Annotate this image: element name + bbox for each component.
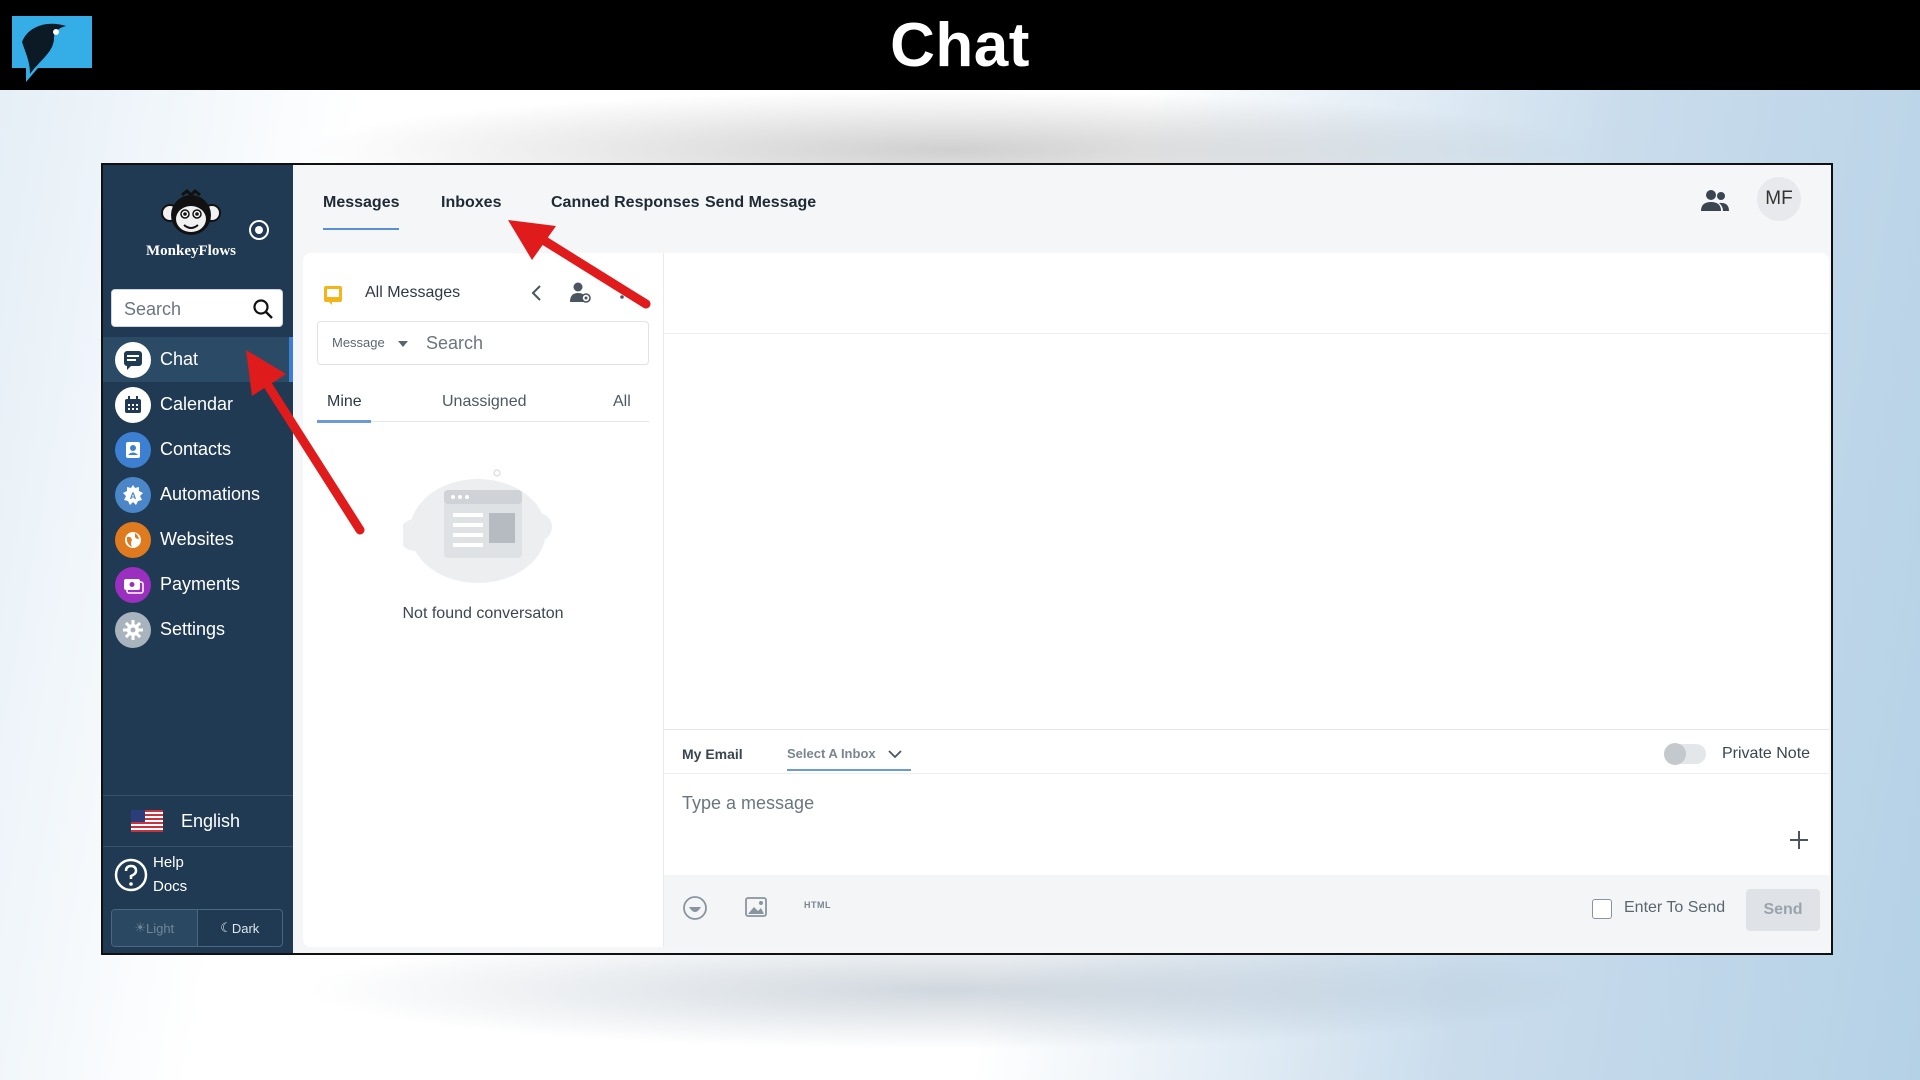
composer-divider — [664, 729, 1829, 730]
user-avatar[interactable]: MF — [1757, 177, 1801, 221]
brand-name: MonkeyFlows — [146, 243, 236, 259]
sidebar-item-label: Websites — [160, 529, 234, 549]
sidebar-search-input[interactable]: Search — [111, 289, 283, 327]
sidebar-collapse-toggle[interactable] — [249, 220, 269, 240]
html-toggle[interactable]: HTML — [804, 900, 831, 910]
top-tabs-header: Messages Inboxes Canned Responses Send M… — [293, 165, 1831, 251]
help-icon — [114, 858, 148, 892]
moon-icon: ☾ — [220, 920, 232, 935]
calendar-icon — [115, 386, 151, 423]
settings-icon — [115, 611, 151, 648]
chat-icon — [115, 341, 151, 378]
active-subtab-indicator — [317, 420, 371, 423]
theme-light-button[interactable]: ☀ Light — [112, 910, 198, 946]
sidebar-item-settings[interactable]: Settings — [103, 607, 293, 652]
subtab-unassigned[interactable]: Unassigned — [442, 393, 527, 411]
empty-inbox-illustration — [403, 469, 552, 583]
sidebar-item-label: Payments — [160, 574, 241, 594]
chevron-left-icon[interactable] — [526, 282, 548, 304]
banner-title: Chat — [890, 11, 1030, 80]
tab-inboxes[interactable]: Inboxes — [441, 194, 501, 212]
sidebar-item-label: Settings — [160, 619, 226, 639]
websites-icon — [115, 521, 151, 558]
help-docs-label: Help Docs — [153, 854, 188, 895]
emoji-icon[interactable] — [682, 895, 708, 921]
tab-canned-responses[interactable]: Canned Responses — [551, 194, 699, 212]
sidebar-item-chat[interactable]: Chat — [103, 337, 293, 382]
caret-down-icon — [398, 341, 408, 347]
composer-tab-my-email[interactable]: My Email — [682, 746, 743, 762]
composer-tabs-divider — [664, 773, 1829, 774]
inbox-select-underline — [787, 769, 911, 771]
theme-dark-button[interactable]: ☾ Dark — [198, 910, 283, 946]
team-members-icon[interactable] — [1699, 185, 1731, 217]
active-tab-indicator — [323, 228, 399, 230]
language-selector[interactable]: English — [103, 795, 293, 847]
monkey-logo-icon — [161, 189, 221, 235]
composer-toolbar: HTML Enter To Send Send — [664, 875, 1829, 947]
private-note-label: Private Note — [1722, 745, 1811, 762]
app-window: MonkeyFlows Search Chat Calendar Contact… — [101, 163, 1833, 955]
conversation-filter-title[interactable]: All Messages — [365, 284, 460, 302]
banner-bar: Chat — [0, 0, 1920, 90]
chevron-down-icon[interactable] — [887, 748, 903, 760]
payments-icon — [115, 566, 151, 603]
message-pane: My Email Select A Inbox Private Note Typ… — [663, 253, 1829, 947]
sidebar-item-contacts[interactable]: Contacts — [103, 427, 293, 472]
sidebar-item-label: Automations — [160, 484, 261, 504]
sidebar-item-label: Calendar — [160, 394, 234, 414]
send-button[interactable]: Send — [1746, 889, 1820, 931]
sun-icon: ☀ — [134, 920, 146, 935]
sidebar-item-calendar[interactable]: Calendar — [103, 382, 293, 427]
inbox-icon — [324, 286, 342, 305]
conversation-list-panel: All Messages Message Search Mine Unassig… — [303, 253, 663, 947]
contacts-icon — [115, 431, 151, 468]
search-filter-select[interactable]: Message — [332, 335, 385, 350]
conversation-search-placeholder: Search — [426, 333, 484, 353]
sidebar: MonkeyFlows Search Chat Calendar Contact… — [103, 165, 293, 953]
help-docs-link[interactable]: Help Docs — [113, 851, 203, 899]
sidebar-item-label: Chat — [160, 349, 199, 369]
search-icon[interactable] — [252, 298, 274, 320]
private-note-toggle[interactable] — [1664, 743, 1706, 765]
us-flag-icon — [131, 810, 163, 832]
tab-send-message[interactable]: Send Message — [705, 194, 816, 212]
sidebar-logo[interactable]: MonkeyFlows — [131, 189, 251, 260]
theme-dark-label: Dark — [231, 920, 260, 936]
language-label: English — [181, 810, 241, 831]
sidebar-nav: Chat Calendar Contacts A Automations Web… — [103, 337, 293, 652]
plus-icon[interactable] — [1788, 829, 1810, 851]
sidebar-item-label: Contacts — [160, 439, 232, 459]
more-options-icon[interactable] — [619, 285, 625, 299]
enter-to-send-label: Enter To Send — [1624, 899, 1726, 916]
sidebar-search-placeholder: Search — [124, 299, 182, 319]
sidebar-item-websites[interactable]: Websites — [103, 517, 293, 562]
assign-user-icon[interactable] — [568, 280, 592, 304]
theme-light-label: Light — [145, 920, 175, 936]
subtab-all[interactable]: All — [613, 393, 631, 411]
conversation-search-input[interactable]: Message Search — [317, 321, 649, 365]
message-header-divider — [664, 333, 1829, 334]
tab-messages[interactable]: Messages — [323, 194, 400, 212]
image-upload-icon[interactable] — [744, 895, 768, 919]
sidebar-item-automations[interactable]: A Automations — [103, 472, 293, 517]
subtab-mine[interactable]: Mine — [327, 393, 362, 411]
sidebar-item-payments[interactable]: Payments — [103, 562, 293, 607]
empty-state-text: Not found conversaton — [402, 605, 564, 622]
automations-icon: A — [115, 476, 151, 513]
theme-switch: ☀ Light ☾ Dark — [111, 909, 283, 947]
inbox-select[interactable]: Select A Inbox — [787, 746, 876, 761]
message-input[interactable]: Type a message — [682, 793, 814, 814]
enter-to-send-checkbox[interactable] — [1592, 899, 1612, 919]
svg-text:A: A — [130, 491, 137, 501]
